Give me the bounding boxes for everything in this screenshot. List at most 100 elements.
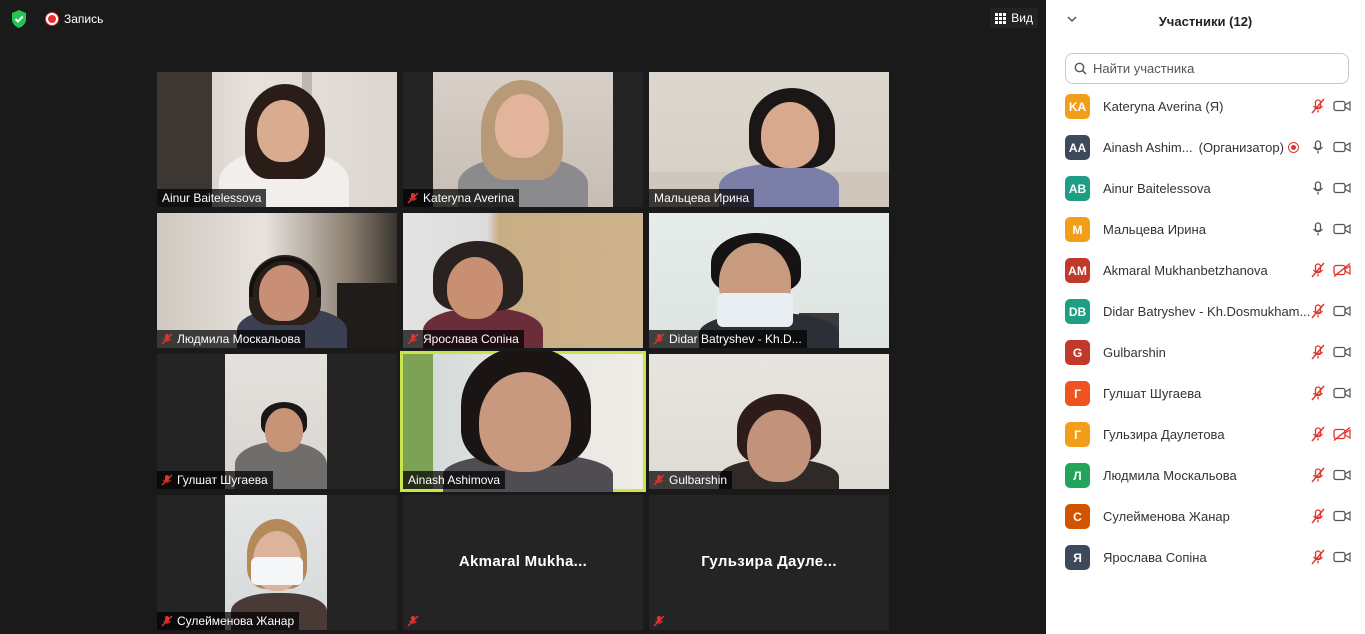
mic-muted-icon: [653, 615, 665, 627]
tile-name-label: Ярослава Сопіна: [403, 330, 524, 348]
search-icon: [1074, 62, 1087, 75]
avatar: AB: [1065, 176, 1090, 201]
avatar: KA: [1065, 94, 1090, 119]
tile-center-name: Akmaral Mukha...: [458, 553, 588, 570]
participant-row[interactable]: Г Гулшат Шугаева: [1046, 373, 1365, 414]
tile-center-name: Гульзира Дауле...: [701, 553, 837, 570]
video-camera-icon[interactable]: [1333, 387, 1351, 399]
participant-name: Gulbarshin: [1103, 345, 1166, 360]
video-tile[interactable]: Сулейменова Жанар: [157, 495, 397, 630]
video-tile[interactable]: Kateryna Averina: [403, 72, 643, 207]
avatar: AM: [1065, 258, 1090, 283]
video-tile[interactable]: Didar Batryshev - Kh.D...: [649, 213, 889, 348]
security-shield-icon[interactable]: [8, 8, 30, 30]
tile-name-label: Мальцева Ирина: [649, 189, 755, 207]
participant-role: (Организатор): [1198, 140, 1284, 155]
participant-row[interactable]: Л Людмила Москальова: [1046, 455, 1365, 496]
avatar: Г: [1065, 381, 1090, 406]
participant-row[interactable]: AA Ainash Ashim... (Организатор): [1046, 127, 1365, 168]
mic-icon[interactable]: [1310, 139, 1326, 155]
record-icon: [46, 13, 58, 25]
participant-row[interactable]: Я Ярослава Сопіна: [1046, 537, 1365, 578]
topbar-left: Запись: [8, 8, 109, 30]
participant-row[interactable]: KA Kateryna Averina (Я): [1046, 86, 1365, 127]
participants-panel: Участники (12) KA Kateryna Averina (Я) A…: [1046, 0, 1365, 634]
participant-name: Людмила Москальова: [1103, 468, 1237, 483]
avatar: Г: [1065, 422, 1090, 447]
avatar: G: [1065, 340, 1090, 365]
mic-muted-icon[interactable]: [1310, 467, 1326, 483]
mic-muted-icon: [161, 615, 173, 627]
mic-muted-icon[interactable]: [1310, 303, 1326, 319]
video-camera-icon[interactable]: [1333, 141, 1351, 153]
video-tile[interactable]: Людмила Москальова: [157, 213, 397, 348]
video-camera-off-icon[interactable]: [1333, 427, 1351, 441]
avatar: DB: [1065, 299, 1090, 324]
active-speaker-tile[interactable]: Ainash Ashimova: [400, 351, 646, 492]
search-box[interactable]: [1065, 53, 1349, 84]
video-tile[interactable]: Гулшат Шугаева: [157, 354, 397, 489]
participant-name: Гулшат Шугаева: [1103, 386, 1202, 401]
video-tile[interactable]: Ainur Baitelessova: [157, 72, 397, 207]
participant-row[interactable]: G Gulbarshin: [1046, 332, 1365, 373]
mic-icon[interactable]: [1310, 221, 1326, 237]
participant-row[interactable]: Г Гульзира Даулетова: [1046, 414, 1365, 455]
video-tile[interactable]: Gulbarshin: [649, 354, 889, 489]
mic-muted-icon: [653, 474, 665, 486]
search-input[interactable]: [1093, 61, 1333, 76]
participant-row[interactable]: AM Akmaral Mukhanbetzhanova: [1046, 250, 1365, 291]
video-camera-icon[interactable]: [1333, 223, 1351, 235]
recording-indicator[interactable]: Запись: [40, 10, 109, 28]
video-camera-icon[interactable]: [1333, 182, 1351, 194]
participant-row[interactable]: DB Didar Batryshev - Kh.Dosmukham...: [1046, 291, 1365, 332]
video-camera-icon[interactable]: [1333, 510, 1351, 522]
mic-muted-icon[interactable]: [1310, 262, 1326, 278]
participant-row[interactable]: М Мальцева Ирина: [1046, 209, 1365, 250]
mic-muted-icon: [653, 333, 665, 345]
tile-name-label: Сулейменова Жанар: [157, 612, 300, 630]
mic-muted-icon[interactable]: [1310, 385, 1326, 401]
avatar: С: [1065, 504, 1090, 529]
mic-muted-icon: [407, 615, 419, 627]
view-label: Вид: [1011, 11, 1033, 25]
recording-label: Запись: [64, 12, 104, 26]
video-camera-off-icon[interactable]: [1333, 263, 1351, 277]
avatar: Л: [1065, 463, 1090, 488]
video-tile[interactable]: Ярослава Сопіна: [403, 213, 643, 348]
mic-muted-icon: [407, 192, 419, 204]
video-tile-no-video[interactable]: Гульзира Дауле...: [649, 495, 889, 630]
participant-row[interactable]: AB Ainur Baitelessova: [1046, 168, 1365, 209]
panel-header: Участники (12): [1046, 0, 1365, 42]
recording-icon: [1288, 142, 1299, 153]
mic-muted-icon[interactable]: [1310, 426, 1326, 442]
participant-name: Ainur Baitelessova: [1103, 181, 1211, 196]
mic-muted-icon: [161, 474, 173, 486]
grid-view-icon: [995, 12, 1007, 24]
participant-name: Мальцева Ирина: [1103, 222, 1206, 237]
video-tile-no-video[interactable]: Akmaral Mukha...: [403, 495, 643, 630]
mic-icon[interactable]: [1310, 180, 1326, 196]
mic-muted-icon[interactable]: [1310, 98, 1326, 114]
video-camera-icon[interactable]: [1333, 305, 1351, 317]
mic-muted-icon[interactable]: [1310, 508, 1326, 524]
video-tile[interactable]: Мальцева Ирина: [649, 72, 889, 207]
panel-title: Участники (12): [1158, 14, 1253, 29]
participant-name: Ainash Ashim... (Организатор): [1103, 140, 1284, 155]
participant-name: Ярослава Сопіна: [1103, 550, 1207, 565]
mic-muted-icon: [407, 333, 419, 345]
participant-name: Гульзира Даулетова: [1103, 427, 1225, 442]
mic-muted-icon[interactable]: [1310, 549, 1326, 565]
mic-muted-icon: [161, 333, 173, 345]
tile-name-label: Gulbarshin: [649, 471, 733, 489]
video-gallery: Запись Вид Ainur Baitelessova Kateryna A…: [0, 0, 1046, 634]
view-button[interactable]: Вид: [990, 8, 1038, 28]
avatar: AA: [1065, 135, 1090, 160]
video-camera-icon[interactable]: [1333, 551, 1351, 563]
video-camera-icon[interactable]: [1333, 100, 1351, 112]
participant-name: Akmaral Mukhanbetzhanova: [1103, 263, 1268, 278]
video-camera-icon[interactable]: [1333, 346, 1351, 358]
mic-muted-icon[interactable]: [1310, 344, 1326, 360]
tile-name-label: Ainur Baitelessova: [157, 189, 267, 207]
video-camera-icon[interactable]: [1333, 469, 1351, 481]
participant-row[interactable]: С Сулейменова Жанар: [1046, 496, 1365, 537]
